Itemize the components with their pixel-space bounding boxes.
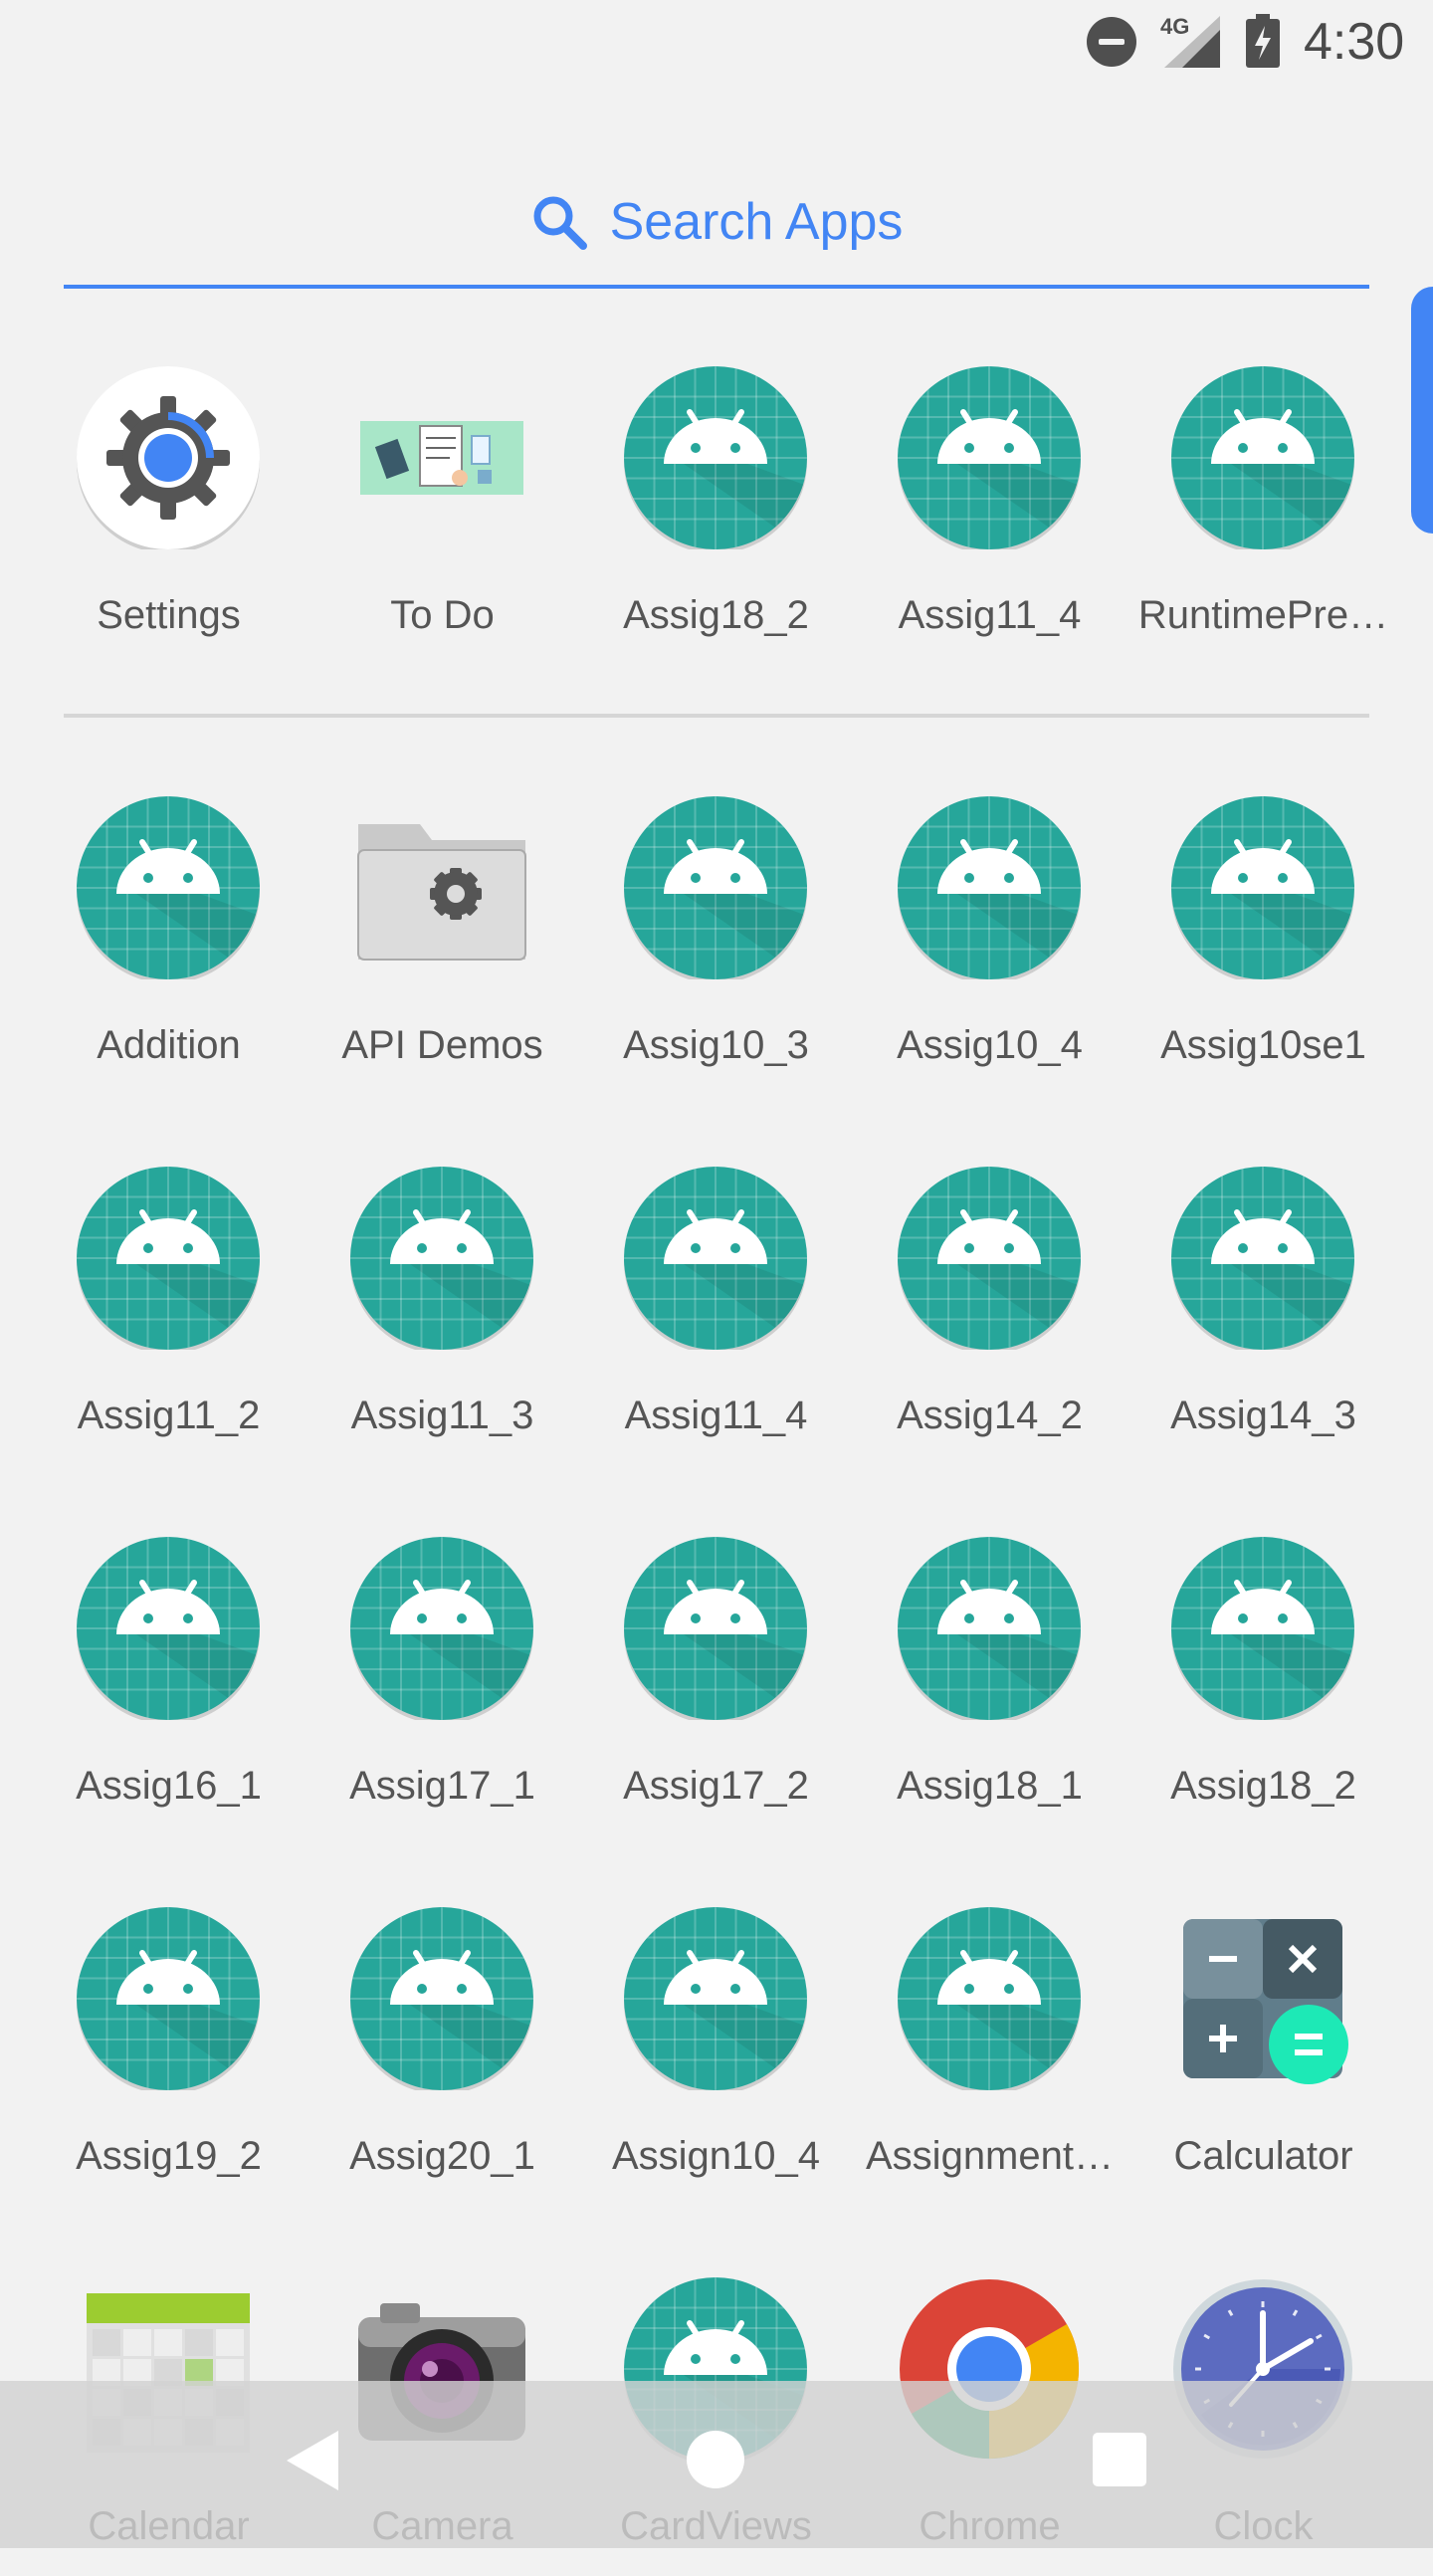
app-label: Assig18_2 (623, 593, 809, 637)
app-label: API Demos (341, 1023, 543, 1067)
app-item-assig11-3[interactable]: Assig11_3 (306, 1167, 579, 1465)
android-icon (1171, 366, 1354, 553)
android-icon (77, 1167, 260, 1354)
app-label: Assig17_1 (349, 1764, 535, 1808)
app-label: Assig16_1 (76, 1764, 262, 1808)
folder-gear-icon (350, 796, 533, 979)
android-icon (350, 1167, 533, 1354)
search-apps-label: Search Apps (609, 193, 904, 251)
predicted-apps-divider (64, 714, 1369, 718)
back-icon[interactable] (287, 2431, 338, 2490)
search-icon (533, 196, 587, 250)
app-item-assig18-1[interactable]: Assig18_1 (853, 1537, 1126, 1835)
android-icon (77, 1907, 260, 2094)
app-item-assig10-3[interactable]: Assig10_3 (579, 796, 853, 1095)
app-item-assign10-4[interactable]: Assign10_4 (579, 1907, 853, 2206)
predicted-app-runtimepre[interactable]: RuntimePre… (1126, 366, 1400, 665)
app-label: Assig17_2 (623, 1764, 809, 1808)
app-label: Assig11_3 (350, 1394, 534, 1437)
app-item-assig16-1[interactable]: Assig16_1 (32, 1537, 306, 1835)
android-icon (624, 796, 807, 983)
scrollbar-thumb[interactable] (1411, 287, 1433, 534)
app-item-assignment[interactable]: Assignment… (853, 1907, 1126, 2206)
app-item-assig10se1[interactable]: Assig10se1 (1126, 796, 1400, 1095)
clock-time: 4:30 (1304, 13, 1405, 71)
android-icon (898, 796, 1081, 983)
do-not-disturb-icon (1087, 17, 1136, 67)
predicted-app-settings[interactable]: Settings (32, 366, 306, 665)
predicted-app-assig11-4[interactable]: Assig11_4 (853, 366, 1126, 665)
android-icon (350, 1907, 533, 2094)
network-type: 4G (1160, 14, 1190, 39)
app-label: Assig10se1 (1160, 1023, 1366, 1067)
app-label: Assig11_4 (624, 1394, 808, 1437)
android-icon (77, 796, 260, 983)
app-item-assig14-2[interactable]: Assig14_2 (853, 1167, 1126, 1465)
app-label: Assig14_2 (897, 1394, 1083, 1437)
app-label: Addition (97, 1023, 241, 1067)
app-label: Calculator (1173, 2134, 1353, 2178)
settings-icon (77, 366, 260, 553)
app-label: Assig14_3 (1170, 1394, 1356, 1437)
predicted-app-assig18-2[interactable]: Assig18_2 (579, 366, 853, 665)
android-icon (898, 1907, 1081, 2094)
android-icon (624, 1537, 807, 1724)
app-item-assig17-1[interactable]: Assig17_1 (306, 1537, 579, 1835)
app-label: Assig10_4 (897, 1023, 1083, 1067)
android-icon (1171, 796, 1354, 983)
predicted-app-to-do[interactable]: To Do (306, 366, 579, 665)
app-label: Assignment… (866, 2134, 1114, 2178)
search-apps-bar[interactable]: Search Apps (64, 159, 1369, 289)
app-item-assig20-1[interactable]: Assig20_1 (306, 1907, 579, 2206)
status-bar: 4G 4:30 (0, 0, 1433, 84)
app-label: Assig20_1 (349, 2134, 535, 2178)
app-item-api-demos[interactable]: API Demos (306, 796, 579, 1095)
app-item-assig11-4[interactable]: Assig11_4 (579, 1167, 853, 1465)
app-label: To Do (390, 593, 495, 637)
app-item-assig10-4[interactable]: Assig10_4 (853, 796, 1126, 1095)
app-item-assig17-2[interactable]: Assig17_2 (579, 1537, 853, 1835)
android-icon (624, 1167, 807, 1354)
android-icon (1171, 1537, 1354, 1724)
battery-charging-icon (1246, 14, 1280, 68)
app-label: Settings (97, 593, 241, 637)
app-item-assig18-2[interactable]: Assig18_2 (1126, 1537, 1400, 1835)
recents-button[interactable] (1093, 2433, 1146, 2486)
calculator-icon (1171, 1907, 1354, 2090)
todo-image-icon (350, 366, 533, 549)
android-icon (898, 1167, 1081, 1354)
android-icon (624, 1907, 807, 2094)
app-label: Assign10_4 (611, 2134, 821, 2178)
app-label: Assig18_1 (897, 1764, 1083, 1808)
app-label: RuntimePre… (1137, 593, 1389, 637)
app-label: Assig11_2 (77, 1394, 261, 1437)
android-icon (624, 366, 807, 553)
home-button[interactable] (687, 2431, 744, 2488)
app-item-addition[interactable]: Addition (32, 796, 306, 1095)
app-item-assig14-3[interactable]: Assig14_3 (1126, 1167, 1400, 1465)
app-item-assig19-2[interactable]: Assig19_2 (32, 1907, 306, 2206)
app-item-assig11-2[interactable]: Assig11_2 (32, 1167, 306, 1465)
app-label: Assig11_4 (898, 593, 1082, 637)
android-icon (898, 1537, 1081, 1724)
navigation-bar (0, 2381, 1433, 2548)
android-icon (1171, 1167, 1354, 1354)
app-label: Assig10_3 (623, 1023, 809, 1067)
android-icon (350, 1537, 533, 1724)
android-icon (898, 366, 1081, 553)
app-label: Assig18_2 (1170, 1764, 1356, 1808)
app-item-calculator[interactable]: Calculator (1126, 1907, 1400, 2206)
app-label: Assig19_2 (76, 2134, 262, 2178)
android-icon (77, 1537, 260, 1724)
